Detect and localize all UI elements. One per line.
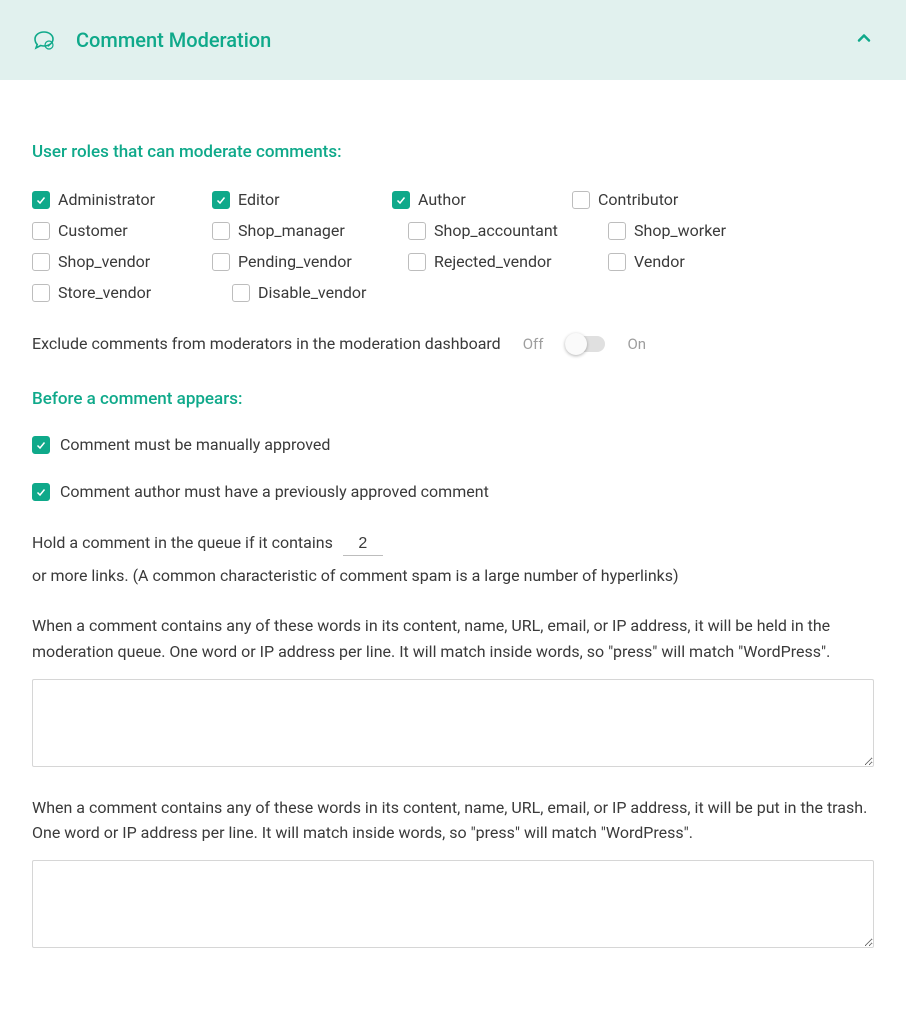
role-item: Administrator — [32, 188, 212, 211]
role-label: Vendor — [634, 252, 685, 271]
role-checkbox[interactable] — [212, 191, 230, 209]
role-label: Shop_accountant — [434, 221, 558, 240]
exclude-moderators-toggle[interactable] — [565, 336, 605, 352]
header-left: Comment Moderation — [32, 28, 271, 52]
exclude-moderators-row: Exclude comments from moderators in the … — [32, 334, 874, 353]
role-label: Shop_vendor — [58, 252, 150, 271]
role-item: Pending_vendor — [212, 250, 408, 273]
role-checkbox[interactable] — [32, 191, 50, 209]
role-item: Shop_manager — [212, 219, 408, 242]
role-label: Store_vendor — [58, 283, 151, 302]
roles-heading: User roles that can moderate comments: — [32, 142, 874, 162]
role-label: Editor — [238, 190, 279, 209]
role-item: Editor — [212, 188, 392, 211]
links-count-input[interactable] — [343, 533, 383, 556]
role-label: Rejected_vendor — [434, 252, 552, 271]
panel-title: Comment Moderation — [76, 28, 271, 52]
links-prefix: Hold a comment in the queue if it contai… — [32, 529, 333, 556]
before-heading: Before a comment appears: — [32, 389, 874, 409]
panel-content: User roles that can moderate comments: A… — [0, 80, 906, 984]
role-item: Author — [392, 188, 572, 211]
blacklist-words-desc: When a comment contains any of these wor… — [32, 795, 874, 846]
manual-approve-row: Comment must be manually approved — [32, 435, 874, 454]
role-item: Vendor — [608, 250, 788, 273]
role-label: Shop_worker — [634, 221, 726, 240]
prev-approved-label: Comment author must have a previously ap… — [60, 482, 489, 501]
collapse-toggle[interactable] — [854, 28, 874, 52]
links-threshold-row: Hold a comment in the queue if it contai… — [32, 529, 874, 589]
role-item: Customer — [32, 219, 212, 242]
role-checkbox[interactable] — [32, 222, 50, 240]
moderation-words-textarea[interactable] — [32, 679, 874, 767]
role-checkbox[interactable] — [232, 284, 250, 302]
role-checkbox[interactable] — [392, 191, 410, 209]
role-label: Customer — [58, 221, 128, 240]
role-checkbox[interactable] — [408, 253, 426, 271]
role-item: Contributor — [572, 188, 752, 211]
role-label: Administrator — [58, 190, 155, 209]
links-suffix: or more links. (A common characteristic … — [32, 562, 679, 589]
role-item: Disable_vendor — [232, 281, 432, 304]
role-checkbox[interactable] — [608, 253, 626, 271]
role-label: Contributor — [598, 190, 678, 209]
blacklist-words-textarea[interactable] — [32, 860, 874, 948]
roles-grid: Administrator Editor Author Contributor Cust… — [32, 188, 874, 304]
toggle-knob — [565, 333, 587, 355]
role-label: Shop_manager — [238, 221, 345, 240]
role-checkbox[interactable] — [212, 222, 230, 240]
role-label: Author — [418, 190, 466, 209]
role-checkbox[interactable] — [408, 222, 426, 240]
role-item: Store_vendor — [32, 281, 232, 304]
role-item: Shop_worker — [608, 219, 808, 242]
prev-approved-checkbox[interactable] — [32, 483, 50, 501]
moderation-words-desc: When a comment contains any of these wor… — [32, 613, 874, 664]
prev-approved-row: Comment author must have a previously ap… — [32, 482, 874, 501]
toggle-on-label: On — [627, 335, 646, 353]
toggle-off-label: Off — [523, 335, 544, 353]
panel-header: Comment Moderation — [0, 0, 906, 80]
role-checkbox[interactable] — [572, 191, 590, 209]
role-item: Shop_vendor — [32, 250, 212, 273]
role-checkbox[interactable] — [212, 253, 230, 271]
exclude-moderators-label: Exclude comments from moderators in the … — [32, 334, 501, 353]
role-label: Disable_vendor — [258, 283, 366, 302]
role-checkbox[interactable] — [32, 253, 50, 271]
comment-moderation-icon — [32, 28, 56, 52]
role-checkbox[interactable] — [608, 222, 626, 240]
role-item: Rejected_vendor — [408, 250, 608, 273]
manual-approve-checkbox[interactable] — [32, 436, 50, 454]
role-label: Pending_vendor — [238, 252, 352, 271]
manual-approve-label: Comment must be manually approved — [60, 435, 330, 454]
role-checkbox[interactable] — [32, 284, 50, 302]
role-item: Shop_accountant — [408, 219, 608, 242]
